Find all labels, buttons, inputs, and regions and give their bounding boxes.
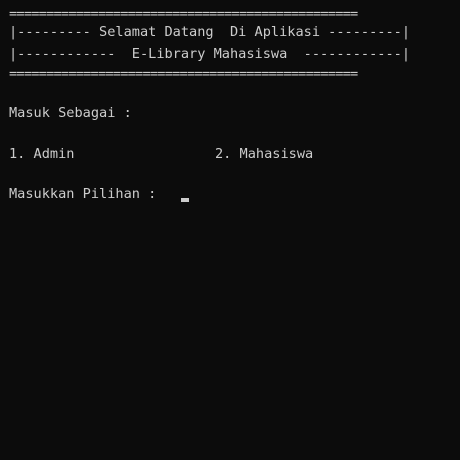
banner-welcome-line: |--------- Selamat Datang Di Aplikasi --…	[9, 24, 411, 40]
banner-top-border: ========================================…	[9, 6, 358, 22]
banner-app-name-line: |------------ E-Library Mahasiswa ------…	[9, 46, 411, 62]
banner-bottom-border: ========================================…	[9, 66, 358, 82]
console-window[interactable]: ========================================…	[0, 0, 460, 460]
option-admin: 1. Admin	[9, 146, 75, 162]
option-mahasiswa: 2. Mahasiswa	[215, 146, 314, 162]
text-cursor	[181, 198, 189, 202]
login-as-prompt: Masuk Sebagai :	[9, 105, 132, 121]
choice-input-prompt: Masukkan Pilihan :	[9, 186, 157, 202]
